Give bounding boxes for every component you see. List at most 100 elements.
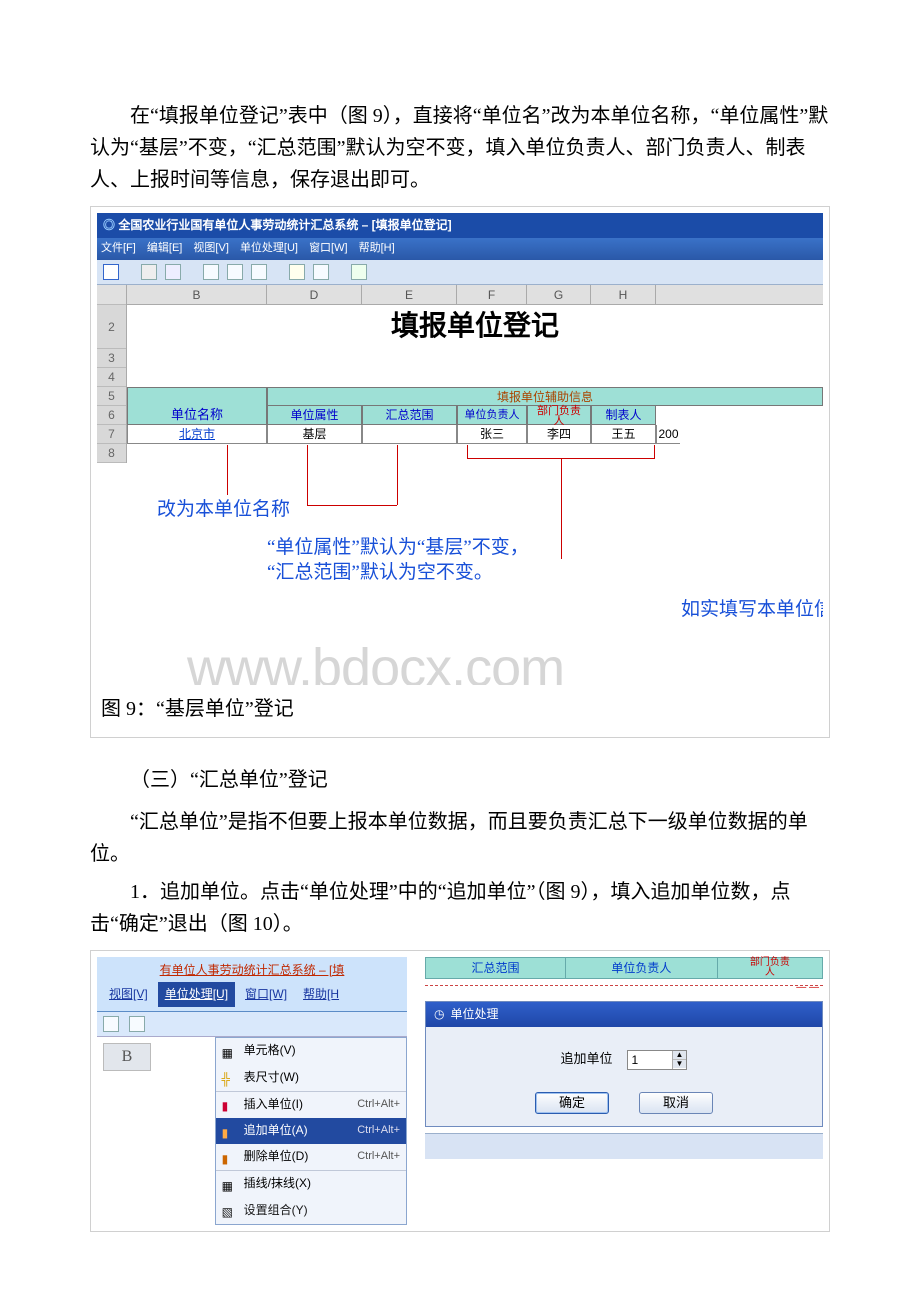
- callout-bracket: [467, 445, 655, 459]
- menu-item-size[interactable]: ╬ 表尺寸(W): [216, 1065, 406, 1091]
- menu-window[interactable]: 窗口[W]: [239, 983, 293, 1006]
- table-icon[interactable]: [313, 264, 329, 280]
- dialog-titlebar: ◷ 单位处理: [426, 1002, 822, 1027]
- dialog-icon: ◷: [434, 1005, 444, 1024]
- cell-dept[interactable]: 李四: [527, 425, 591, 444]
- left-titlebar: 有单位人事劳动统计汇总系统 – [填: [97, 957, 407, 982]
- paragraph-2: “汇总单位”是指不但要上报本单位数据，而且要负责汇总下一级单位数据的单位。: [90, 806, 830, 870]
- header-tabulator: 制表人: [591, 406, 656, 425]
- note-defaults: “单位属性”默认为“基层”不变， “汇总范围”默认为空不变。: [267, 535, 529, 586]
- copy-icon[interactable]: [129, 1016, 145, 1032]
- left-menubar[interactable]: 视图[V] 单位处理[U] 窗口[W] 帮助[H: [97, 982, 407, 1011]
- col-F[interactable]: F: [457, 285, 527, 304]
- menu-item-cell[interactable]: ▦ 单元格(V): [216, 1038, 406, 1064]
- column-headers: B D E F G H: [127, 285, 823, 305]
- insert-icon[interactable]: [289, 264, 305, 280]
- menu-unit[interactable]: 单位处理[U]: [158, 982, 235, 1007]
- strip-leader: 单位负责人: [566, 958, 718, 978]
- paragraph-3: 1．追加单位。点击“单位处理”中的“追加单位”（图 9），填入追加单位数，点击“…: [90, 876, 830, 940]
- header-unit-name: 单位名称: [127, 406, 267, 425]
- save-icon[interactable]: [103, 264, 119, 280]
- cell-tabulator[interactable]: 王五: [591, 425, 656, 444]
- aux-header: 填报单位辅助信息: [267, 387, 823, 406]
- row-7-hdr[interactable]: 7: [97, 425, 126, 444]
- header-leader: 单位负责人: [457, 406, 527, 425]
- row-4-hdr[interactable]: 4: [97, 368, 126, 387]
- menubar[interactable]: 文件[F] 编辑[E] 视图[V] 单位处理[U] 窗口[W] 帮助[H]: [97, 238, 823, 260]
- menu-item-line[interactable]: ▦ 插线/抹线(X): [216, 1170, 406, 1197]
- dialog-window: ◷ 单位处理 追加单位 ▲ ▼: [425, 1001, 823, 1127]
- print-icon[interactable]: [141, 264, 157, 280]
- menu-item-append[interactable]: ▮ 追加单位(A) Ctrl+Alt+: [216, 1118, 406, 1144]
- menu-view[interactable]: 视图[V]: [193, 242, 228, 254]
- spin-down-icon[interactable]: ▼: [673, 1060, 687, 1068]
- preview-icon[interactable]: [165, 264, 181, 280]
- cell-unit-name[interactable]: 北京市: [127, 425, 267, 444]
- col-B[interactable]: B: [127, 285, 267, 304]
- menu-help[interactable]: 帮助[H]: [359, 242, 395, 254]
- dialog-title: 单位处理: [450, 1005, 498, 1024]
- cancel-button[interactable]: 取消: [639, 1092, 713, 1114]
- cell-attr[interactable]: 基层: [267, 425, 362, 444]
- menu-window[interactable]: 窗口[W]: [309, 242, 348, 254]
- menu-edit[interactable]: 编辑[E]: [147, 242, 182, 254]
- note-fill-truthfully: 如实填写本单位信: [681, 595, 823, 625]
- dropdown-menu[interactable]: ▦ 单元格(V) ╬ 表尺寸(W) ▮ 插入单位(I) Ctrl+Alt+ ▮: [215, 1037, 407, 1224]
- menu-item-group[interactable]: ▧ 设置组合(Y): [216, 1198, 406, 1224]
- row-5-hdr[interactable]: 5: [97, 387, 126, 406]
- figure-9-caption: 图 9：“基层单位”登记: [97, 685, 823, 725]
- grid-icon: ▦: [222, 1044, 240, 1058]
- left-toolbar: [97, 1012, 407, 1037]
- insert-unit-icon: ▮: [222, 1097, 240, 1111]
- row-8-hdr[interactable]: 8: [97, 444, 126, 463]
- header-dept: 部门负责 人: [527, 406, 591, 425]
- paste-icon[interactable]: [251, 264, 267, 280]
- window-title: 全国农业行业国有单位人事劳动统计汇总系统 – [填报单位登记]: [118, 218, 451, 232]
- callout-line-2: [307, 445, 308, 505]
- col-B-header[interactable]: B: [103, 1043, 151, 1071]
- row-6-hdr[interactable]: 6: [97, 406, 126, 425]
- header-strip: 汇总范围 单位负责人 部门负责 人: [425, 957, 823, 979]
- menu-unit[interactable]: 单位处理[U]: [240, 242, 298, 254]
- toolbar: [97, 260, 823, 285]
- col-D[interactable]: D: [267, 285, 362, 304]
- menu-item-insert[interactable]: ▮ 插入单位(I) Ctrl+Alt+: [216, 1091, 406, 1118]
- col-G[interactable]: G: [527, 285, 591, 304]
- callout-h1: [307, 505, 397, 506]
- figure-9: ◎ 全国农业行业国有单位人事劳动统计汇总系统 – [填报单位登记] 文件[F] …: [90, 206, 830, 738]
- callout-line-4: [561, 459, 562, 559]
- paragraph-1: 在“填报单位登记”表中（图 9），直接将“单位名”改为本单位名称，“单位属性”默…: [90, 100, 830, 196]
- resize-icon: ╬: [222, 1070, 240, 1084]
- append-count-input[interactable]: [628, 1051, 672, 1069]
- row-2-hdr[interactable]: 2: [97, 305, 126, 349]
- exit-icon[interactable]: [351, 264, 367, 280]
- dialog-screenshot: 汇总范围 单位负责人 部门负责 人 — — ◷ 单位处理 追加单位: [425, 957, 823, 1225]
- row-headers: 2 3 4 5 6 7 8: [97, 285, 127, 463]
- col-E[interactable]: E: [362, 285, 457, 304]
- cut-icon[interactable]: [203, 264, 219, 280]
- line-icon: ▦: [222, 1177, 240, 1191]
- spin-label: 追加单位: [561, 1049, 613, 1070]
- menu-help[interactable]: 帮助[H: [297, 983, 345, 1006]
- section-3-title: （三）“汇总单位”登记: [90, 764, 830, 796]
- app-window: ◎ 全国农业行业国有单位人事劳动统计汇总系统 – [填报单位登记] 文件[F] …: [97, 213, 823, 685]
- app-icon: ◎: [103, 218, 118, 232]
- cell-leader[interactable]: 张三: [457, 425, 527, 444]
- window-titlebar: ◎ 全国农业行业国有单位人事劳动统计汇总系统 – [填报单位登记]: [97, 213, 823, 238]
- callout-line-1: [227, 445, 228, 495]
- group-icon: ▧: [222, 1203, 240, 1217]
- menu-item-delete[interactable]: ▮ 删除单位(D) Ctrl+Alt+: [216, 1144, 406, 1170]
- cut-icon[interactable]: [103, 1016, 119, 1032]
- form-title: 填报单位登记: [127, 305, 823, 349]
- header-attr: 单位属性: [267, 406, 362, 425]
- menu-file[interactable]: 文件[F]: [101, 242, 136, 254]
- cell-range[interactable]: [362, 425, 457, 444]
- row-3-hdr[interactable]: 3: [97, 349, 126, 368]
- spin-box[interactable]: ▲ ▼: [627, 1050, 688, 1070]
- col-H[interactable]: H: [591, 285, 656, 304]
- ok-button[interactable]: 确定: [535, 1092, 609, 1114]
- copy-icon[interactable]: [227, 264, 243, 280]
- figure-10: 有单位人事劳动统计汇总系统 – [填 视图[V] 单位处理[U] 窗口[W] 帮…: [90, 950, 830, 1232]
- menu-view[interactable]: 视图[V]: [103, 983, 154, 1006]
- cell-extra[interactable]: 200: [656, 425, 680, 444]
